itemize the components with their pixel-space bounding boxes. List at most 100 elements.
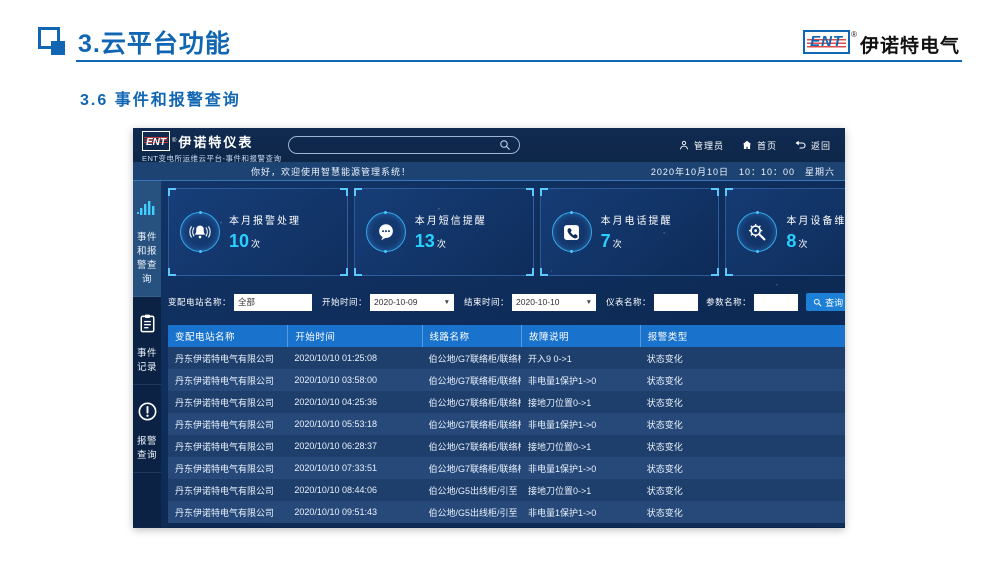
header-actions: 管理员 首页 返回 — [678, 128, 831, 162]
datetime-text: 2020年10月10日 10：10：00 星期六 — [651, 165, 835, 178]
app-subtitle: ENT变电所运维云平台-事件和报警查询 — [142, 153, 282, 164]
param-name-label: 参数名称： — [706, 296, 751, 308]
sidebar-item-alarm-query[interactable]: 报警查询 — [133, 385, 161, 473]
table-row[interactable]: 丹东伊诺特电气有限公司2020/10/10 04:25:36伯公地/G7联络柜/… — [168, 391, 845, 413]
table-cell: 丹东伊诺特电气有限公司 — [168, 396, 287, 409]
bar-chart-icon — [135, 196, 159, 222]
table-cell: 非电量1保护1->0 — [521, 374, 640, 387]
welcome-text: 你好，欢迎使用智慧能源管理系统！ — [251, 165, 411, 178]
table-cell: 状态变化 — [640, 396, 845, 409]
chevron-down-icon: ▼ — [444, 299, 450, 306]
bell-icon — [180, 212, 220, 252]
user-menu[interactable]: 管理员 — [678, 139, 724, 152]
ent-logo-box: ENT — [803, 30, 850, 54]
table-cell: 伯公地/G7联络柜/联络柜 — [422, 396, 522, 409]
sidebar-item-label: 报警查询 — [135, 433, 159, 461]
sidebar-item-event-alarm-query[interactable]: 事件和报警查询 — [133, 181, 161, 297]
app-logo: ENT ® 伊诺特仪表 ENT变电所运维云平台-事件和报警查询 — [142, 131, 282, 164]
column-header: 线路名称 — [422, 325, 522, 347]
table-cell: 丹东伊诺特电气有限公司 — [168, 440, 287, 453]
stat-card-unit: 次 — [798, 239, 807, 249]
stat-card-unit: 次 — [613, 239, 622, 249]
table-row[interactable]: 丹东伊诺特电气有限公司2020/10/10 03:58:00伯公地/G7联络柜/… — [168, 369, 845, 391]
query-button[interactable]: 查询 — [806, 293, 845, 311]
stat-card-label: 本月短信提醒 — [415, 212, 487, 227]
table-row[interactable]: 丹东伊诺特电气有限公司2020/10/10 07:33:51伯公地/G7联络柜/… — [168, 457, 845, 479]
station-filter-label: 变配电站名称： — [168, 296, 231, 308]
stat-card-unit: 次 — [437, 239, 446, 249]
sidebar-item-label: 事件记录 — [135, 345, 159, 373]
start-date-select[interactable]: 2020-10-09 ▼ — [370, 294, 454, 311]
stat-card-value: 7 — [601, 231, 611, 251]
table-cell: 2020/10/10 06:28:37 — [287, 441, 421, 451]
app-registered-mark: ® — [172, 138, 176, 144]
stat-card-sms-alerts: 本月短信提醒 13次 — [354, 188, 534, 276]
stat-cards-row: 本月报警处理10次本月短信提醒13次本月电话提醒7次本月设备维修8次 — [168, 188, 845, 276]
table-cell: 2020/10/10 01:25:08 — [287, 353, 421, 363]
sidebar-item-label: 事件和报警查询 — [135, 229, 159, 285]
table-cell: 伯公地/G7联络柜/联络柜 — [422, 440, 522, 453]
alert-circle-icon — [135, 400, 159, 426]
table-cell: 接地刀位置0->1 — [521, 396, 640, 409]
stat-card-phone-alerts: 本月电话提醒7次 — [540, 188, 720, 276]
table-row[interactable]: 丹东伊诺特电气有限公司2020/10/10 05:53:18伯公地/G7联络柜/… — [168, 413, 845, 435]
table-cell: 丹东伊诺特电气有限公司 — [168, 506, 287, 519]
table-cell: 丹东伊诺特电气有限公司 — [168, 418, 287, 431]
table-cell: 状态变化 — [640, 374, 845, 387]
table-row[interactable]: 丹东伊诺特电气有限公司2020/10/10 06:28:37伯公地/G7联络柜/… — [168, 435, 845, 457]
table-cell: 状态变化 — [640, 506, 845, 519]
stat-card-value: 13 — [415, 231, 435, 251]
search-bar[interactable] — [288, 136, 520, 154]
message-icon — [366, 212, 406, 252]
table-cell: 状态变化 — [640, 440, 845, 453]
search-icon[interactable] — [499, 139, 511, 151]
meter-name-label: 仪表名称： — [606, 296, 651, 308]
table-cell: 非电量1保护1->0 — [521, 418, 640, 431]
param-name-input[interactable] — [754, 294, 798, 311]
table-cell: 开入9 0->1 — [521, 352, 640, 365]
column-header: 报警类型 — [640, 325, 845, 347]
table-cell: 伯公地/G5出线柜/引至 — [422, 506, 522, 519]
section-heading: 3.6 事件和报警查询 — [80, 86, 241, 110]
company-name: 伊诺特电气 — [860, 31, 960, 58]
title-underline — [76, 60, 962, 62]
table-cell: 状态变化 — [640, 484, 845, 497]
table-cell: 接地刀位置0->1 — [521, 440, 640, 453]
home-icon — [741, 139, 753, 151]
end-date-select[interactable]: 2020-10-10 ▼ — [512, 294, 596, 311]
stat-card-alarm-handled: 本月报警处理10次 — [168, 188, 348, 276]
table-cell: 2020/10/10 08:44:06 — [287, 485, 421, 495]
app-header: ENT ® 伊诺特仪表 ENT变电所运维云平台-事件和报警查询 管理员 — [133, 128, 845, 162]
stat-card-label: 本月设备维修 — [786, 212, 845, 227]
page-title: 3.云平台功能 — [78, 24, 231, 60]
table-cell: 2020/10/10 09:51:43 — [287, 507, 421, 517]
table-cell: 2020/10/10 07:33:51 — [287, 463, 421, 473]
meter-name-input[interactable] — [654, 294, 698, 311]
table-row[interactable]: 丹东伊诺特电气有限公司2020/10/10 08:44:06伯公地/G5出线柜/… — [168, 479, 845, 501]
return-arrow-icon — [794, 140, 807, 151]
start-time-label: 开始时间： — [322, 296, 367, 308]
app-ent-logo-box: ENT — [142, 131, 170, 151]
search-input[interactable] — [289, 140, 499, 151]
table-cell: 伯公地/G5出线柜/引至 — [422, 484, 522, 497]
table-cell: 非电量1保护1->0 — [521, 506, 640, 519]
title-square-icon — [38, 27, 74, 63]
table-body: 丹东伊诺特电气有限公司2020/10/10 01:25:08伯公地/G7联络柜/… — [168, 347, 845, 523]
table-cell: 状态变化 — [640, 418, 845, 431]
stat-card-value: 8 — [786, 231, 796, 251]
table-cell: 伯公地/G7联络柜/联络柜 — [422, 352, 522, 365]
end-time-label: 结束时间： — [464, 296, 509, 308]
home-button[interactable]: 首页 — [741, 139, 777, 152]
sidebar-item-event-record[interactable]: 事件记录 — [133, 297, 161, 385]
sidebar: 事件和报警查询事件记录报警查询 — [133, 181, 161, 527]
table-row[interactable]: 丹东伊诺特电气有限公司2020/10/10 01:25:08伯公地/G7联络柜/… — [168, 347, 845, 369]
company-logo: ENT ® 伊诺特电气 — [803, 30, 960, 58]
station-filter-input[interactable] — [234, 294, 312, 311]
user-icon — [678, 139, 690, 151]
table-cell: 状态变化 — [640, 352, 845, 365]
back-button[interactable]: 返回 — [794, 139, 831, 152]
repair-icon — [737, 212, 777, 252]
table-cell: 非电量1保护1->0 — [521, 462, 640, 475]
stat-card-label: 本月报警处理 — [229, 212, 301, 227]
table-row[interactable]: 丹东伊诺特电气有限公司2020/10/10 09:51:43伯公地/G5出线柜/… — [168, 501, 845, 523]
